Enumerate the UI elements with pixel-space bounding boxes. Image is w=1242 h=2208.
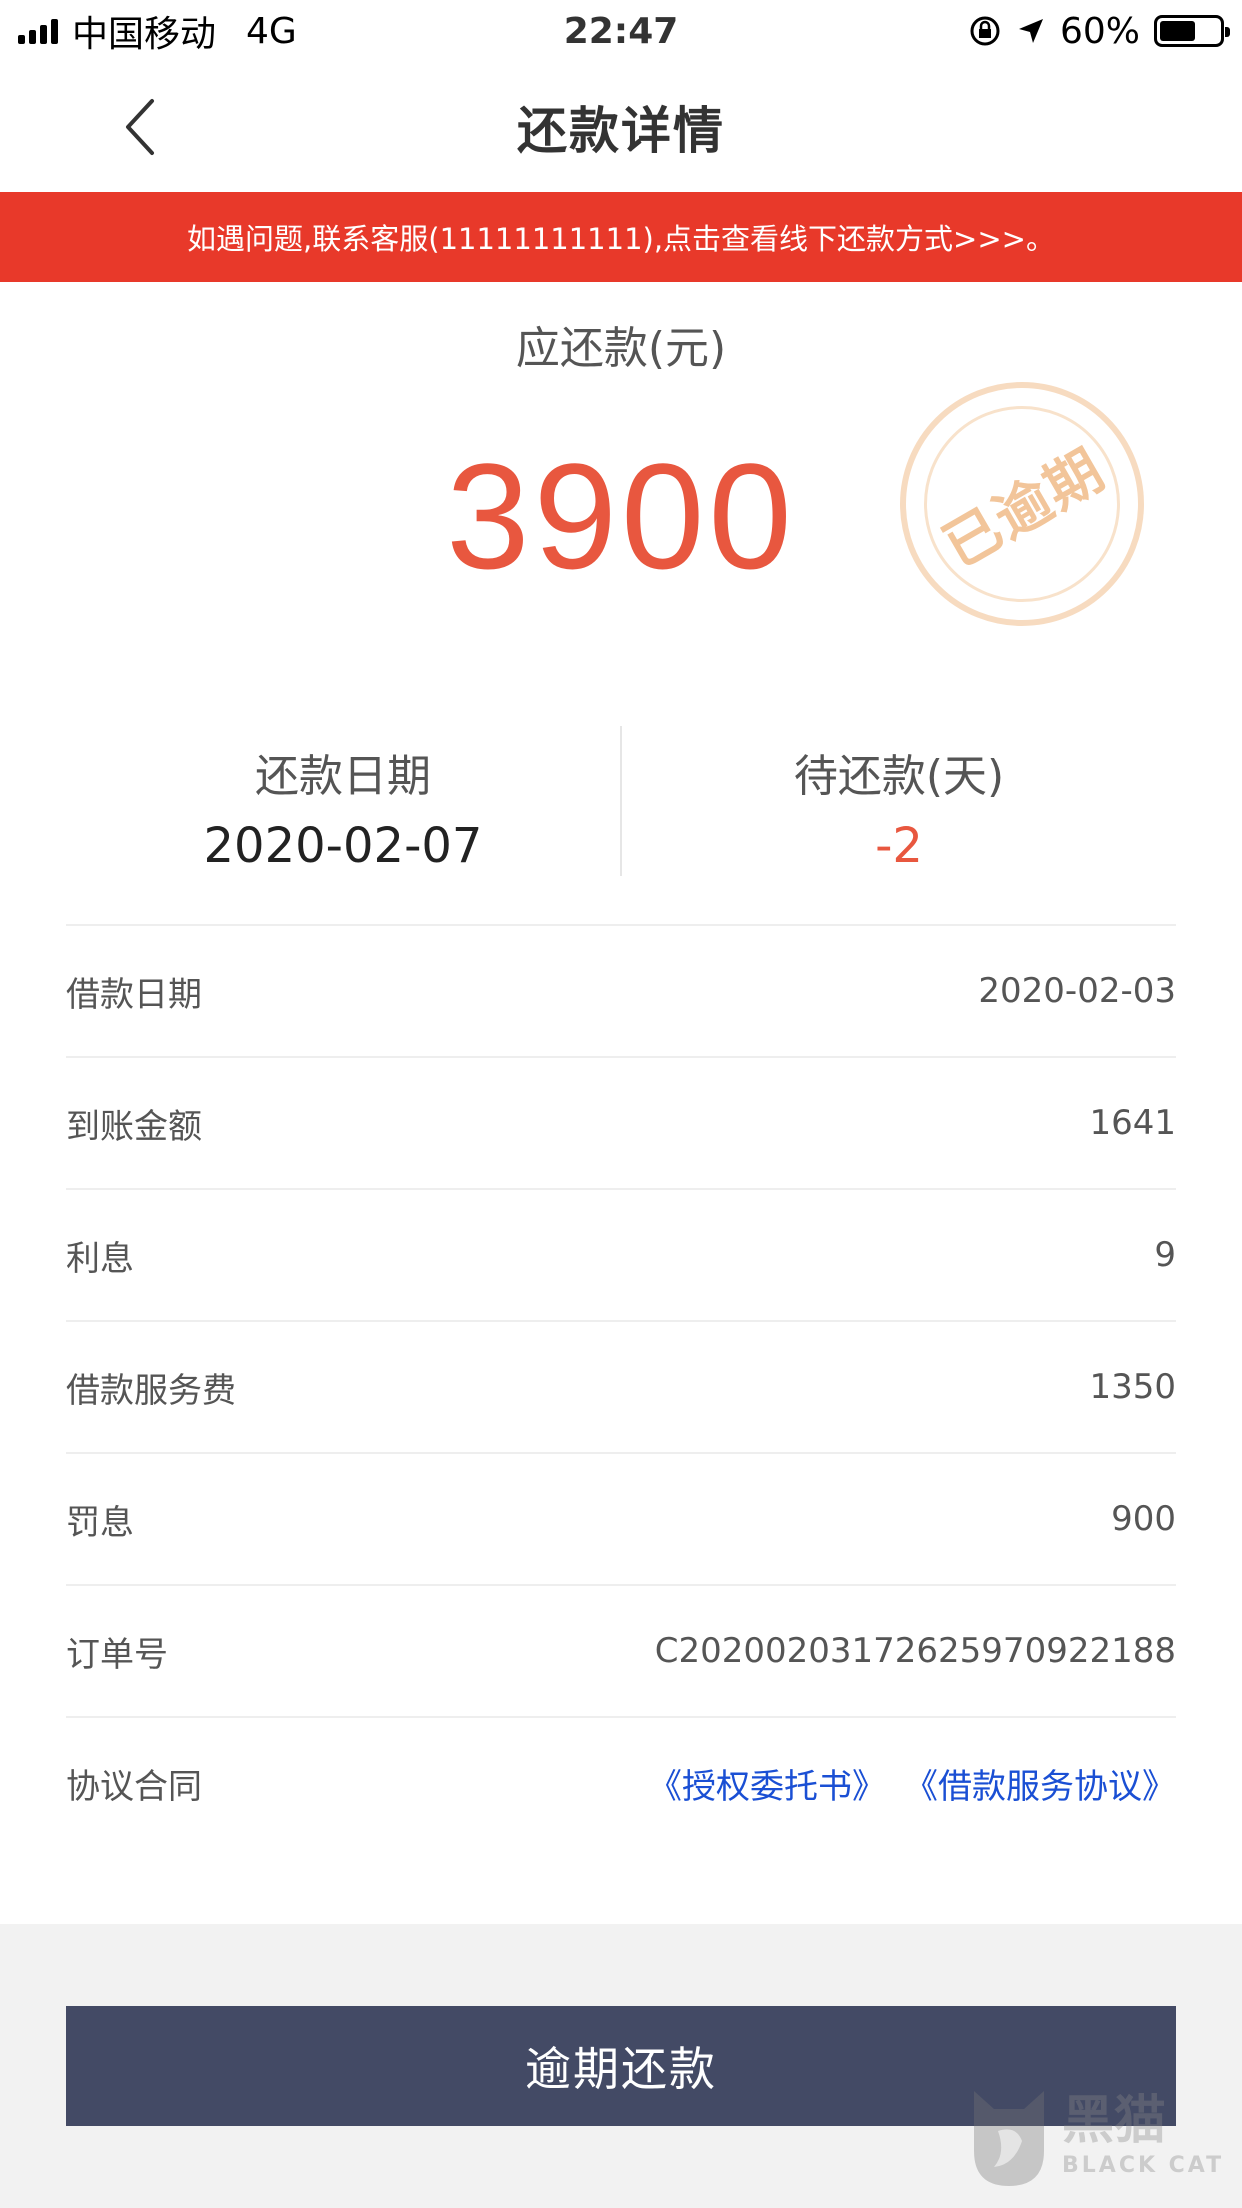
nav-bar: 还款详情: [0, 62, 1242, 192]
detail-value: C202002031726259709221​88: [654, 1631, 1176, 1671]
detail-value: 900: [1111, 1499, 1176, 1539]
battery-fill: [1160, 21, 1195, 41]
orientation-lock-icon: [970, 16, 1000, 46]
overdue-stamp: 已逾期: [900, 382, 1144, 626]
detail-row-penalty: 罚息 900: [66, 1452, 1176, 1584]
detail-label: 借款日期: [66, 974, 202, 1015]
detail-list: 借款日期 2020-02-03 到账金额 1641 利息 9 借款服务费 135…: [66, 924, 1176, 1848]
battery-icon: [1154, 15, 1230, 47]
contract-link-loan-agreement[interactable]: 《借款服务协议》: [904, 1759, 1176, 1808]
repay-date-block: 还款日期 2020-02-07: [66, 726, 620, 876]
detail-row-loan-date: 借款日期 2020-02-03: [66, 924, 1176, 1056]
days-left-block: 待还款(天) -2: [622, 726, 1176, 876]
amount-label: 应还款(元): [515, 323, 727, 374]
watermark-text: 黑猫 BLACK CAT: [1062, 2095, 1224, 2178]
detail-row-contracts: 协议合同 《授权委托书》 《借款服务协议》: [66, 1716, 1176, 1848]
days-left-label: 待还款(天): [793, 751, 1005, 802]
detail-label: 到账金额: [66, 1106, 202, 1147]
detail-value: 9: [1154, 1235, 1176, 1275]
detail-label: 利息: [66, 1238, 134, 1279]
status-bar: 中国移动 4G 60%: [0, 0, 1242, 62]
detail-label: 借款服务费: [66, 1370, 236, 1411]
detail-value: 1350: [1089, 1367, 1176, 1407]
repay-date-value: 2020-02-07: [203, 818, 483, 874]
detail-label: 订单号: [66, 1634, 168, 1675]
contract-links: 《授权委托书》 《借款服务协议》: [648, 1759, 1176, 1808]
footer: 逾期还款 黑猫 BLACK CAT: [0, 1924, 1242, 2208]
detail-row-received-amount: 到账金额 1641: [66, 1056, 1176, 1188]
repay-date-label: 还款日期: [255, 751, 431, 802]
detail-value: 1641: [1089, 1103, 1176, 1143]
black-cat-logo-icon: [974, 2091, 1044, 2186]
status-right: 60%: [968, 10, 1230, 52]
detail-row-service-fee: 借款服务费 1350: [66, 1320, 1176, 1452]
chevron-left-icon: [126, 99, 154, 155]
repayment-summary: 还款日期 2020-02-07 待还款(天) -2: [66, 726, 1176, 876]
detail-label: 协议合同: [66, 1766, 202, 1807]
detail-row-interest: 利息 9: [66, 1188, 1176, 1320]
status-left: 中国移动 4G: [18, 5, 297, 57]
detail-label: 罚息: [66, 1502, 134, 1543]
days-left-value: -2: [875, 818, 923, 874]
detail-row-order-number: 订单号 C202002031726259709221​88: [66, 1584, 1176, 1716]
detail-value: 2020-02-03: [978, 971, 1176, 1011]
signal-icon: [18, 18, 58, 44]
stamp-text: 已逾期: [932, 436, 1117, 580]
notice-banner[interactable]: 如遇问题,联系客服(11111111111),点击查看线下还款方式>>>。: [0, 192, 1242, 282]
watermark-en: BLACK CAT: [1062, 2152, 1225, 2178]
battery-percent: 60%: [1059, 10, 1140, 52]
location-arrow-icon: [1018, 19, 1043, 43]
watermark-cn: 黑猫: [1062, 2090, 1167, 2151]
carrier-name: 中国移动: [72, 14, 217, 55]
notice-text: 如遇问题,联系客服(11111111111),点击查看线下还款方式>>>。: [187, 222, 1055, 256]
watermark: 黑猫 BLACK CAT: [964, 2076, 1234, 2196]
back-button[interactable]: [110, 92, 170, 162]
contract-link-authorization[interactable]: 《授权委托书》: [648, 1759, 886, 1808]
page-title: 还款详情: [517, 102, 725, 160]
network-type: 4G: [246, 10, 297, 52]
